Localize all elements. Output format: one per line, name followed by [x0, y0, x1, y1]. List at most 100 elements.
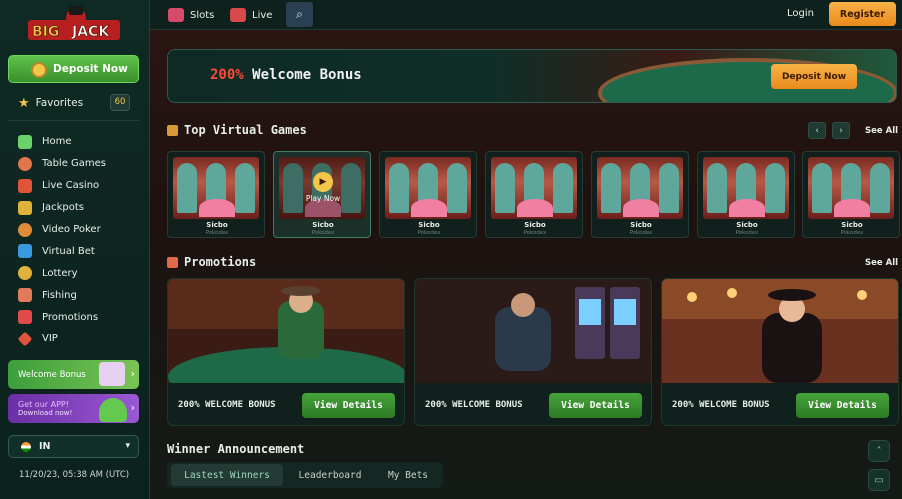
video-poker-icon	[18, 222, 32, 237]
promotions-title: Promotions	[184, 255, 257, 269]
game-card[interactable]: Sicbo Pokodex	[485, 151, 583, 238]
banner-deposit-button[interactable]: Deposit Now	[771, 64, 857, 89]
dealer-figure	[235, 163, 255, 213]
game-card[interactable]: Sicbo Pokodex	[697, 151, 795, 238]
live-link[interactable]: Live	[230, 6, 272, 24]
chevron-right-icon: ›	[130, 401, 135, 414]
sidebar-item-table-games[interactable]: Table Games	[18, 153, 143, 175]
view-details-button[interactable]: View Details	[796, 393, 889, 418]
promotion-card[interactable]: 200% WELCOME BONUS View Details	[167, 278, 405, 426]
chevron-right-icon: ›	[839, 125, 843, 136]
game-card[interactable]: Sicbo Pokodex	[591, 151, 689, 238]
android-icon	[99, 398, 127, 422]
sidebar-item-label: Fishing	[42, 289, 77, 301]
promotions-heading: Promotions	[167, 255, 256, 269]
promotion-caption: 200% WELCOME BONUS	[425, 400, 523, 410]
chevron-left-icon: ‹	[815, 125, 819, 136]
game-card[interactable]: Sicbo Pokodex ▶ Play Now	[273, 151, 371, 238]
tab-my-bets[interactable]: My Bets	[377, 464, 439, 486]
view-details-button[interactable]: View Details	[302, 393, 395, 418]
virtual-bet-icon	[18, 244, 32, 259]
tab-leaderboard[interactable]: Leaderboard	[283, 464, 377, 486]
favorites-item[interactable]: ★ Favorites 60	[18, 94, 130, 112]
dealer-figure	[707, 163, 727, 213]
sidebar-item-vip[interactable]: VIP	[17, 328, 143, 350]
sidebar: BIG JACK Deposit Now ★ Favorites 60 Home…	[0, 0, 150, 499]
promotions-see-all[interactable]: See All	[865, 258, 898, 268]
game-provider: Pokodex	[840, 230, 864, 236]
chat-button[interactable]: ▭	[868, 469, 890, 491]
sidebar-item-label: Lottery	[42, 267, 78, 279]
sidebar-item-label: VIP	[42, 333, 58, 345]
welcome-bonus-banner: 200% Welcome Bonus Deposit Now	[167, 49, 897, 103]
lotus-icon	[623, 199, 659, 217]
sidebar-item-fishing[interactable]: Fishing	[18, 284, 143, 306]
slots-link[interactable]: Slots	[168, 6, 214, 24]
game-name: Sicbo	[736, 221, 758, 229]
sidebar-item-live-casino[interactable]: Live Casino	[18, 175, 143, 197]
sidebar-item-virtual-bet[interactable]: Virtual Bet	[18, 240, 143, 262]
search-button[interactable]: ⌕	[286, 2, 313, 27]
sidebar-item-jackpots[interactable]: Jackpots	[18, 197, 143, 219]
lotus-icon	[517, 199, 553, 217]
dealer-figure	[812, 163, 832, 213]
server-time: 11/20/23, 05:38 AM (UTC)	[19, 470, 130, 480]
lotus-icon	[729, 199, 765, 217]
language-select[interactable]: IN ▾	[8, 435, 139, 458]
game-card[interactable]: Sicbo Pokodex	[379, 151, 477, 238]
bigjack-logo[interactable]: BIG JACK	[26, 6, 122, 48]
winner-tabs: Lastest Winners Leaderboard My Bets	[167, 462, 443, 488]
star-icon: ★	[18, 95, 30, 111]
view-details-button[interactable]: View Details	[549, 393, 642, 418]
live-label: Live	[252, 9, 273, 21]
chevron-right-icon: ›	[130, 367, 135, 380]
promotion-card[interactable]: 200% WELCOME BONUS View Details	[414, 278, 652, 426]
sidebar-item-lottery[interactable]: Lottery	[18, 262, 143, 284]
sidebar-item-video-poker[interactable]: Video Poker	[18, 219, 143, 241]
sidebar-nav: Home Table Games Live Casino Jackpots Vi…	[17, 131, 143, 350]
dealer-figure	[765, 163, 785, 213]
live-cards-icon	[230, 8, 246, 22]
banner-title: 200% Welcome Bonus	[210, 67, 362, 83]
game-name: Sicbo	[312, 221, 334, 229]
topbar: Slots Live ⌕ Login Register	[150, 0, 902, 30]
game-card[interactable]: Sicbo Pokodex	[802, 151, 900, 238]
game-name: Sicbo	[524, 221, 546, 229]
game-thumbnail	[808, 157, 894, 219]
tab-latest-winners[interactable]: Lastest Winners	[171, 464, 283, 486]
virtual-games-see-all[interactable]: See All	[865, 126, 898, 136]
live-casino-icon	[18, 178, 32, 193]
carousel-next-button[interactable]: ›	[832, 122, 850, 139]
sidebar-item-label: Promotions	[42, 311, 99, 323]
sidebar-item-label: Video Poker	[42, 224, 101, 235]
sidebar-item-promotions[interactable]: Promotions	[18, 306, 143, 328]
game-name: Sicbo	[841, 221, 863, 229]
welcome-bonus-card[interactable]: Welcome Bonus ›	[8, 360, 139, 389]
play-now-overlay[interactable]: ▶ Play Now	[274, 172, 372, 203]
virtual-games-title: Top Virtual Games	[184, 123, 307, 137]
scroll-to-top-button[interactable]: ˄	[868, 440, 890, 462]
language-value: IN	[39, 441, 51, 452]
deposit-now-button[interactable]: Deposit Now	[8, 55, 139, 83]
banner-title-text: Welcome Bonus	[243, 67, 362, 83]
carousel-prev-button[interactable]: ‹	[808, 122, 826, 139]
poker-table-icon	[18, 156, 32, 171]
gift-icon	[167, 256, 178, 268]
login-link[interactable]: Login	[787, 8, 814, 19]
slot-machine-icon	[168, 8, 184, 22]
register-button[interactable]: Register	[829, 2, 896, 26]
game-name: Sicbo	[418, 221, 440, 229]
get-app-card[interactable]: Get our APP! Download now! ›	[8, 394, 139, 423]
gift-box-icon	[99, 362, 125, 386]
home-icon	[18, 134, 32, 149]
promotion-card[interactable]: 200% WELCOME BONUS View Details	[661, 278, 899, 426]
india-flag-icon	[21, 441, 31, 452]
sidebar-item-home[interactable]: Home	[18, 131, 143, 153]
welcome-bonus-label: Welcome Bonus	[18, 369, 86, 380]
sidebar-item-label: Table Games	[42, 158, 107, 170]
dealer-figure	[659, 163, 679, 213]
game-card[interactable]: Sicbo Pokodex	[167, 151, 265, 238]
game-provider: Pokodex	[417, 230, 441, 236]
sidebar-item-label: Live Casino	[42, 180, 100, 192]
app-card-title: Get our APP!	[18, 400, 69, 409]
